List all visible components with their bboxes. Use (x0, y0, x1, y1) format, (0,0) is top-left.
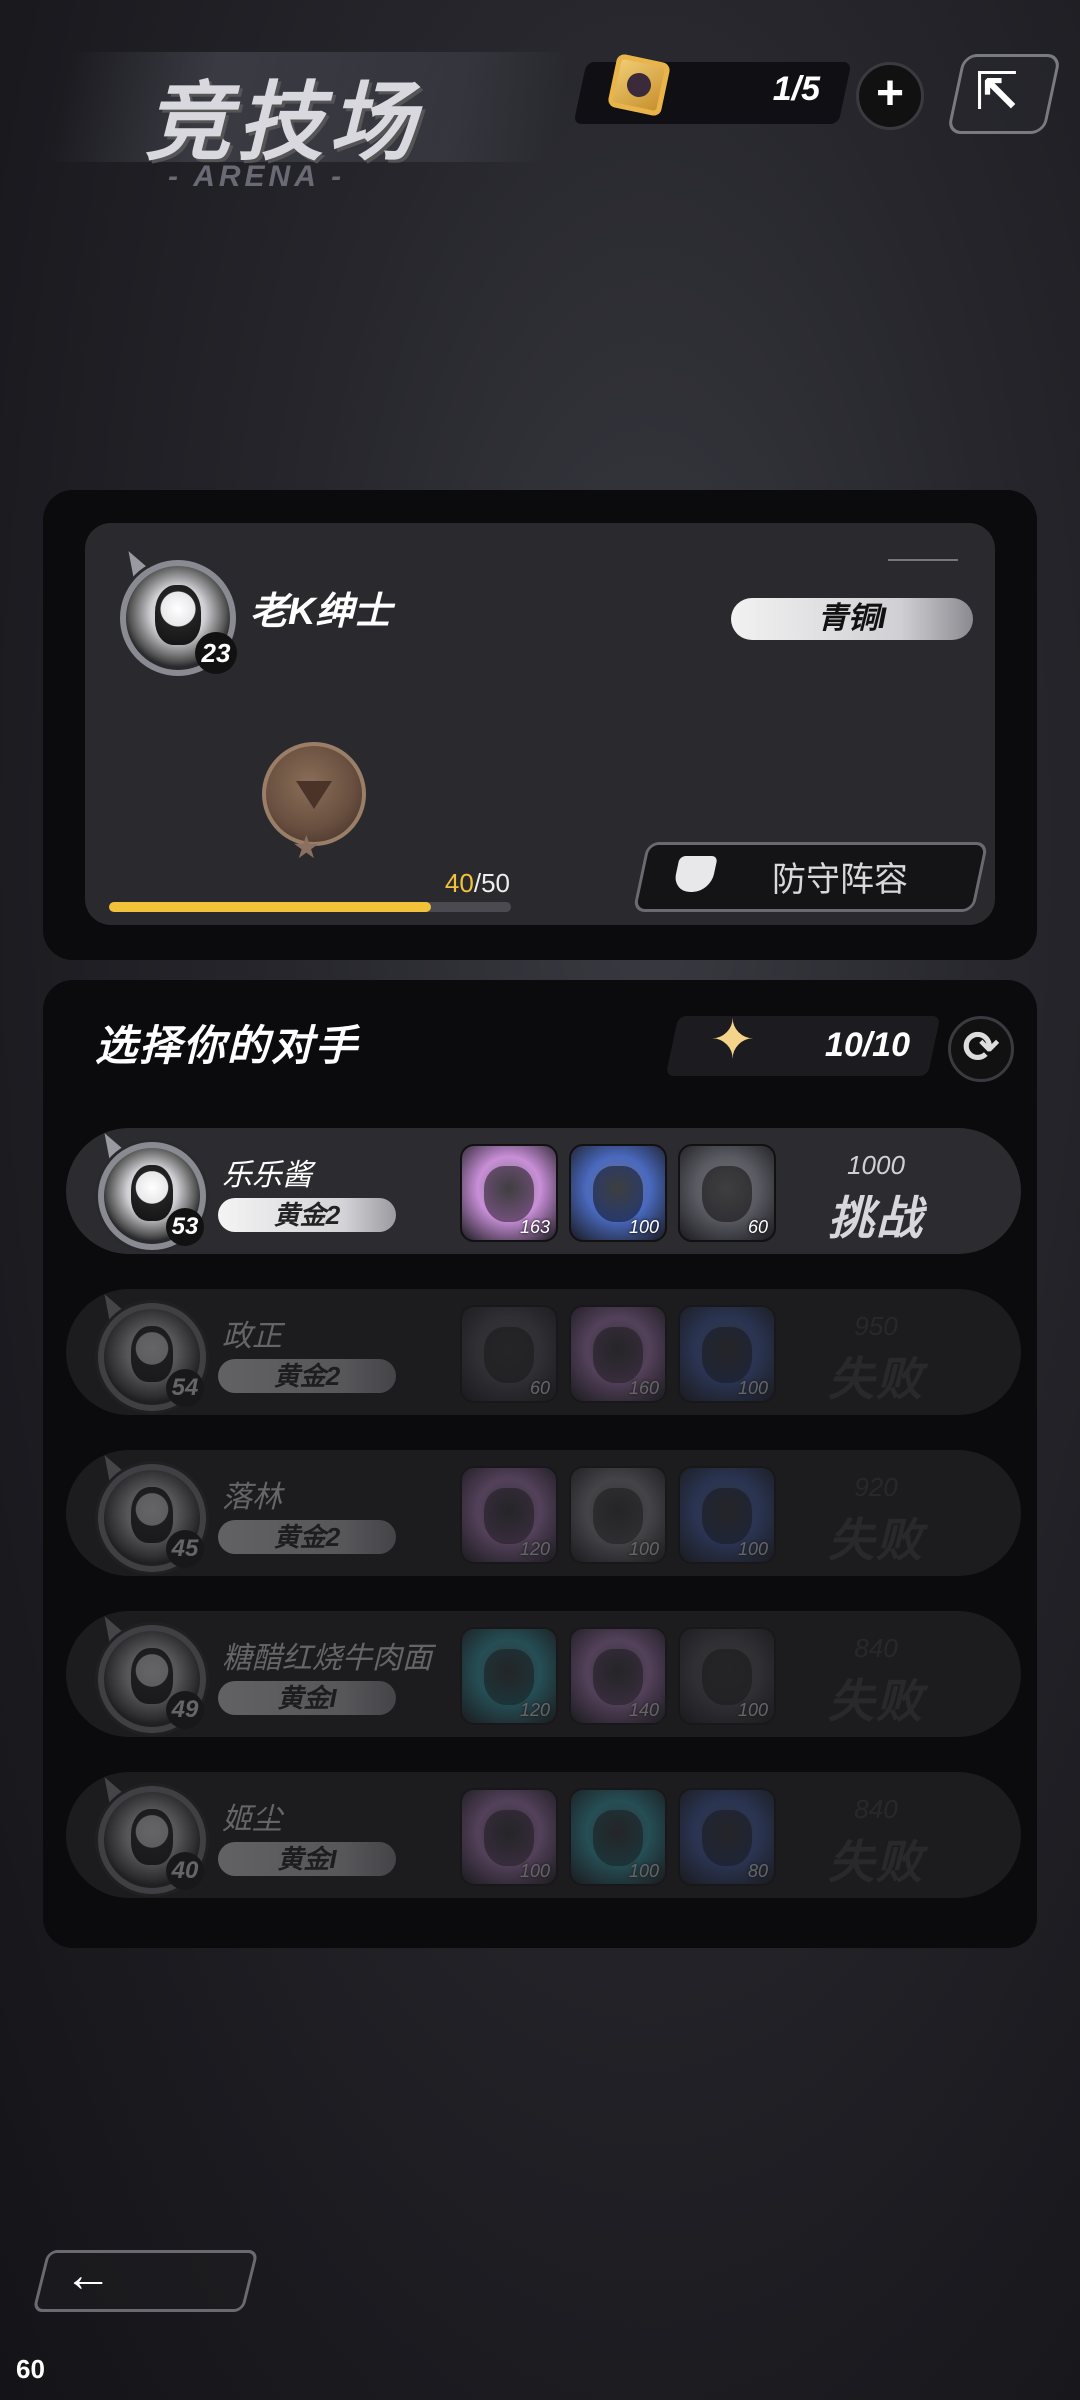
opponent-rank-badge: 黄金2 (218, 1359, 396, 1393)
player-level: 23 (195, 632, 237, 674)
defense-lineup-label: 防守阵容 (772, 861, 908, 899)
opponent-level: 49 (166, 1691, 204, 1729)
refresh-opponents-button[interactable]: ⟳ (948, 1016, 1014, 1082)
fps-counter: 60 (16, 2354, 45, 2384)
hero-level: 163 (519, 1217, 550, 1237)
star-ticket-icon: ✦ (710, 1010, 756, 1070)
opponent-name: 姬尘 (222, 1803, 282, 1836)
hero-portrait: 80 (678, 1788, 776, 1886)
hero-portrait: 120 (460, 1627, 558, 1725)
opponent-score: 840 (854, 1633, 898, 1663)
xp-max: 50 (481, 868, 510, 898)
opponent-rank-badge: 黄金2 (218, 1520, 396, 1554)
hero-portrait: 120 (460, 1466, 558, 1564)
hero-level: 140 (628, 1700, 659, 1720)
hero-level: 100 (519, 1861, 550, 1881)
opponent-name: 糖醋红烧牛肉面 (222, 1642, 432, 1675)
hero-silhouette (593, 1649, 643, 1705)
opponent-level: 54 (166, 1369, 204, 1407)
xp-current: 40 (444, 868, 474, 898)
opponent-rank-badge: 黄金2 (218, 1198, 396, 1232)
hero-level: 100 (737, 1539, 768, 1559)
hero-portrait: 100 (460, 1788, 558, 1886)
opponent-score: 920 (854, 1472, 898, 1502)
hero-portrait: 140 (569, 1627, 667, 1725)
hero-level: 60 (747, 1217, 768, 1237)
hero-level: 120 (519, 1700, 550, 1720)
hero-silhouette (484, 1488, 534, 1544)
hero-silhouette (593, 1488, 643, 1544)
opponent-level: 53 (166, 1208, 204, 1246)
hero-level: 160 (628, 1378, 659, 1398)
divider (888, 559, 958, 561)
back-arrow-icon: ← (64, 2249, 112, 2302)
hero-silhouette (593, 1810, 643, 1866)
hero-portrait: 100 (569, 1466, 667, 1564)
hero-portrait: 100 (678, 1305, 776, 1403)
hero-silhouette (702, 1649, 752, 1705)
hero-level: 80 (747, 1861, 768, 1881)
hero-portrait: 163 (460, 1144, 558, 1242)
hero-silhouette (702, 1488, 752, 1544)
hero-silhouette (484, 1327, 534, 1383)
hero-silhouette (484, 1810, 534, 1866)
challenge-button[interactable]: 挑战 (806, 1182, 946, 1248)
hero-level: 120 (519, 1539, 550, 1559)
arena-ticket-icon (606, 52, 672, 118)
hero-level: 100 (737, 1700, 768, 1720)
defeated-label: 失败 (828, 1353, 924, 1405)
hero-level: 100 (628, 1217, 659, 1237)
hero-level: 100 (628, 1861, 659, 1881)
hero-silhouette (484, 1166, 534, 1222)
hero-portrait: 160 (569, 1305, 667, 1403)
hero-level: 100 (628, 1539, 659, 1559)
xp-progress-text: 40/50 (444, 868, 510, 898)
medal-star-icon: ★ (292, 829, 321, 865)
hero-portrait: 100 (569, 1788, 667, 1886)
exit-icon: ⇱ (975, 63, 1019, 121)
defeated-label: 失败 (828, 1836, 924, 1888)
player-rank-badge: 青铜I (731, 598, 973, 640)
opponent-score: 1000 (847, 1150, 905, 1180)
opponent-score: 950 (854, 1311, 898, 1341)
ticket-count: 1/5 (772, 70, 820, 108)
player-name: 老K绅士 (250, 591, 392, 633)
hero-portrait: 100 (678, 1466, 776, 1564)
xp-fill (109, 902, 431, 912)
hero-portrait: 100 (569, 1144, 667, 1242)
opponent-name: 落林 (222, 1481, 282, 1514)
hero-silhouette (484, 1649, 534, 1705)
hero-portrait: 100 (678, 1627, 776, 1725)
opponent-level: 40 (166, 1852, 204, 1890)
page-subtitle: - ARENA - (168, 160, 346, 193)
opponent-name: 政正 (222, 1320, 282, 1353)
hero-portrait: 60 (678, 1144, 776, 1242)
hero-level: 60 (529, 1378, 550, 1398)
hero-silhouette (702, 1166, 752, 1222)
opponent-score: 840 (854, 1794, 898, 1824)
defeated-label: 失败 (828, 1514, 924, 1566)
opponents-title: 选择你的对手 (95, 1022, 360, 1069)
opponent-name: 乐乐酱 (222, 1159, 312, 1192)
hero-level: 100 (737, 1378, 768, 1398)
defeated-label: 失败 (828, 1675, 924, 1727)
hero-silhouette (702, 1810, 752, 1866)
page-title: 竞技场 (145, 75, 421, 171)
opponent-rank-badge: 黄金I (218, 1842, 396, 1876)
add-ticket-button[interactable]: + (856, 62, 924, 130)
opponent-rank-badge: 黄金I (218, 1681, 396, 1715)
hero-portrait: 60 (460, 1305, 558, 1403)
hero-silhouette (593, 1327, 643, 1383)
hero-silhouette (702, 1327, 752, 1383)
opponent-level: 45 (166, 1530, 204, 1568)
challenge-count: 10/10 (824, 1026, 910, 1064)
hero-silhouette (593, 1166, 643, 1222)
